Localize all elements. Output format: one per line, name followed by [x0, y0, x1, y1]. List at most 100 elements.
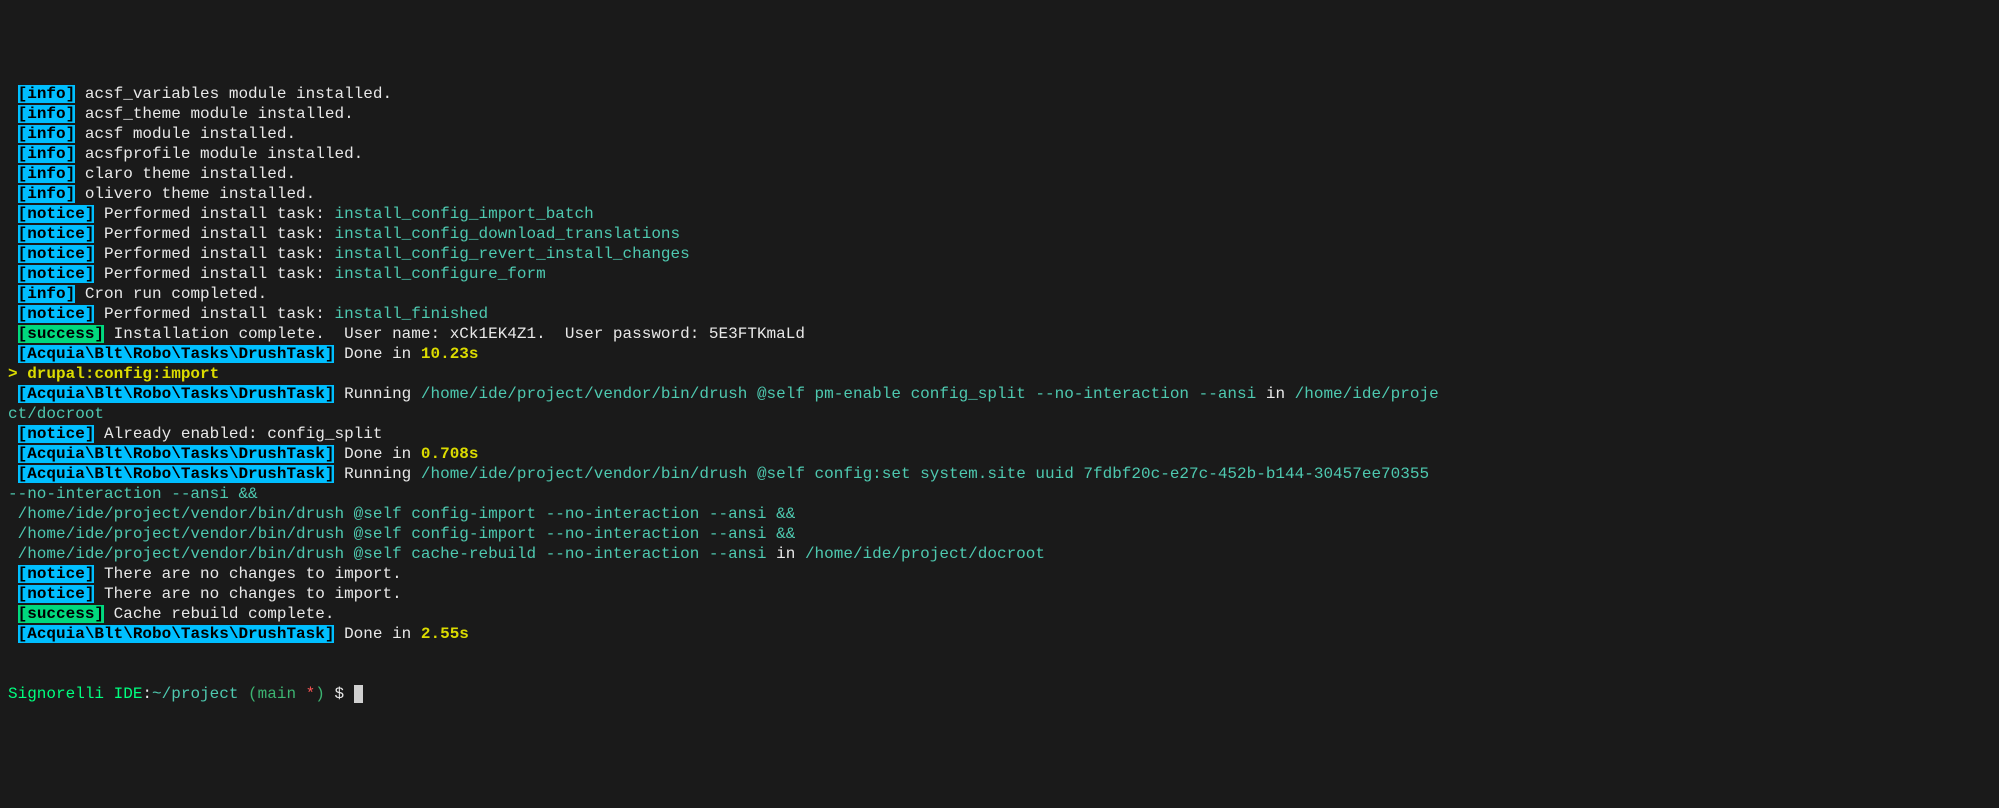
terminal-line: [info] acsf module installed.	[8, 124, 1991, 144]
cursor-icon	[354, 685, 363, 703]
terminal-text: [notice]	[18, 585, 95, 603]
terminal-line: /home/ide/project/vendor/bin/drush @self…	[8, 544, 1991, 564]
terminal-output: [info] acsf_variables module installed. …	[8, 84, 1991, 644]
prompt-sep: :	[142, 685, 152, 703]
terminal-text: [notice]	[18, 205, 95, 223]
terminal-text: [info]	[18, 145, 76, 163]
terminal-text: [success]	[18, 605, 104, 623]
terminal-line: [Acquia\Blt\Robo\Tasks\DrushTask] Done i…	[8, 624, 1991, 644]
terminal-line: [info] acsf_theme module installed.	[8, 104, 1991, 124]
terminal-text: [notice]	[18, 245, 95, 263]
terminal-line: [notice] Performed install task: install…	[8, 264, 1991, 284]
terminal-text: install_finished	[334, 305, 488, 323]
terminal-text	[8, 105, 18, 123]
prompt-dirty: *	[296, 685, 315, 703]
terminal-text	[8, 445, 18, 463]
terminal-line: [notice] Already enabled: config_split	[8, 424, 1991, 444]
terminal-text: [notice]	[18, 225, 95, 243]
terminal-text: [Acquia\Blt\Robo\Tasks\DrushTask]	[18, 625, 335, 643]
terminal-text: Running	[334, 465, 420, 483]
terminal-line: [Acquia\Blt\Robo\Tasks\DrushTask] Done i…	[8, 444, 1991, 464]
terminal-text: /home/ide/project/docroot	[805, 545, 1045, 563]
terminal-text: [info]	[18, 165, 76, 183]
terminal-text: Done in	[334, 625, 420, 643]
prompt-branch: main	[258, 685, 296, 703]
terminal-text: in	[1256, 385, 1294, 403]
terminal-text	[8, 565, 18, 583]
terminal-text: [info]	[18, 185, 76, 203]
terminal-text: [Acquia\Blt\Robo\Tasks\DrushTask]	[18, 445, 335, 463]
terminal-line: [notice] Performed install task: install…	[8, 204, 1991, 224]
terminal-line: [info] Cron run completed.	[8, 284, 1991, 304]
terminal-line: /home/ide/project/vendor/bin/drush @self…	[8, 504, 1991, 524]
terminal-text: Performed install task:	[94, 225, 334, 243]
terminal-text: Running	[334, 385, 420, 403]
terminal-line: /home/ide/project/vendor/bin/drush @self…	[8, 524, 1991, 544]
terminal-text	[8, 225, 18, 243]
terminal-text: Performed install task:	[94, 205, 334, 223]
terminal-text: Performed install task:	[94, 245, 334, 263]
terminal-text: Installation complete. User name: xCk1EK…	[104, 325, 805, 343]
terminal-text: --no-interaction --ansi &&	[8, 485, 258, 503]
terminal-text: There are no changes to import.	[94, 585, 401, 603]
terminal-line: [notice] Performed install task: install…	[8, 304, 1991, 324]
terminal-text: /home/ide/project/vendor/bin/drush @self…	[421, 465, 1439, 483]
terminal-text: install_configure_form	[334, 265, 545, 283]
terminal-text: [notice]	[18, 305, 95, 323]
terminal-text: /home/ide/project/vendor/bin/drush @self…	[8, 545, 767, 563]
terminal-text	[8, 145, 18, 163]
terminal-line: [Acquia\Blt\Robo\Tasks\DrushTask] Runnin…	[8, 384, 1991, 404]
prompt-path: ~/project	[152, 685, 238, 703]
terminal-line: --no-interaction --ansi &&	[8, 484, 1991, 504]
terminal-line: [notice] Performed install task: install…	[8, 224, 1991, 244]
terminal-text: /home/ide/project/vendor/bin/drush @self…	[421, 385, 1256, 403]
terminal-text: in	[767, 545, 805, 563]
terminal-text	[8, 165, 18, 183]
terminal-text	[8, 305, 18, 323]
terminal-text: [notice]	[18, 565, 95, 583]
terminal-text: acsf_variables module installed.	[75, 85, 392, 103]
terminal-line: [info] acsf_variables module installed.	[8, 84, 1991, 104]
terminal-line: [notice] There are no changes to import.	[8, 564, 1991, 584]
terminal-line: [Acquia\Blt\Robo\Tasks\DrushTask] Done i…	[8, 344, 1991, 364]
terminal-text: Done in	[334, 445, 420, 463]
terminal-text	[8, 345, 18, 363]
terminal-line: [notice] Performed install task: install…	[8, 244, 1991, 264]
terminal-text: [info]	[18, 125, 76, 143]
terminal-text	[8, 585, 18, 603]
terminal-text: [Acquia\Blt\Robo\Tasks\DrushTask]	[18, 465, 335, 483]
terminal-text: [info]	[18, 85, 76, 103]
terminal-text: claro theme installed.	[75, 165, 296, 183]
terminal-text: Done in	[334, 345, 420, 363]
terminal-text: install_config_download_translations	[334, 225, 680, 243]
terminal-text: /home/ide/project/vendor/bin/drush @self…	[8, 525, 795, 543]
terminal-text: > drupal:config:import	[8, 365, 219, 383]
terminal-text: Performed install task:	[94, 265, 334, 283]
terminal-text	[8, 425, 18, 443]
terminal-text: Cron run completed.	[75, 285, 267, 303]
terminal-line: [info] claro theme installed.	[8, 164, 1991, 184]
terminal-text: install_config_import_batch	[334, 205, 593, 223]
terminal-text: olivero theme installed.	[75, 185, 315, 203]
terminal-line: [notice] There are no changes to import.	[8, 584, 1991, 604]
terminal-line: [success] Cache rebuild complete.	[8, 604, 1991, 624]
terminal-text: [success]	[18, 325, 104, 343]
prompt-branch-close: )	[315, 685, 325, 703]
terminal-text: There are no changes to import.	[94, 565, 401, 583]
terminal-text	[8, 625, 18, 643]
terminal-text	[8, 125, 18, 143]
terminal-text: [info]	[18, 105, 76, 123]
shell-prompt-line[interactable]: Signorelli IDE:~/project (main *) $	[8, 684, 1991, 704]
terminal-text: ct/docroot	[8, 405, 104, 423]
terminal-text	[8, 265, 18, 283]
terminal-text: acsf_theme module installed.	[75, 105, 353, 123]
terminal-line: [success] Installation complete. User na…	[8, 324, 1991, 344]
terminal-text: /home/ide/project/vendor/bin/drush @self…	[8, 505, 795, 523]
terminal-text	[8, 385, 18, 403]
terminal-text	[8, 325, 18, 343]
terminal-text	[8, 205, 18, 223]
terminal-line: [info] olivero theme installed.	[8, 184, 1991, 204]
terminal-text: 10.23s	[421, 345, 479, 363]
terminal-line: ct/docroot	[8, 404, 1991, 424]
terminal-text: 2.55s	[421, 625, 469, 643]
